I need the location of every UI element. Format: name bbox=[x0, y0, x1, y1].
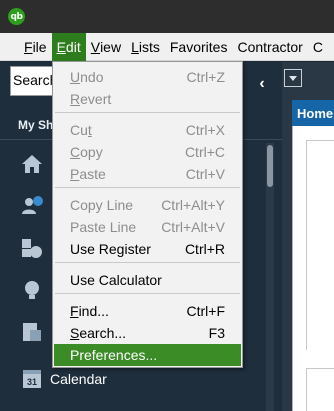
menu-bar: File Edit View Lists Favorites Contracto… bbox=[0, 32, 334, 61]
menu-item-shortcut: Ctrl+Z bbox=[186, 69, 226, 85]
employees-icon[interactable] bbox=[20, 278, 44, 302]
menu-item-use-register[interactable]: Use Register Ctrl+R bbox=[54, 238, 241, 260]
svg-text:31: 31 bbox=[27, 377, 37, 387]
home-section-border bbox=[306, 368, 307, 411]
menu-item-shortcut: F3 bbox=[208, 325, 225, 341]
panel-dropdown-icon[interactable] bbox=[284, 69, 302, 87]
menu-lists[interactable]: Lists bbox=[126, 33, 165, 61]
menu-item-label: Paste Line bbox=[70, 219, 137, 235]
menu-separator bbox=[55, 293, 240, 294]
home-icon[interactable] bbox=[20, 152, 44, 176]
menu-item-label: Paste bbox=[70, 166, 106, 182]
documents-icon[interactable] bbox=[20, 320, 44, 344]
home-section-border bbox=[306, 368, 334, 369]
menu-company-partial[interactable]: C bbox=[308, 33, 328, 61]
menu-item-search[interactable]: Search... F3 bbox=[54, 322, 241, 344]
tab-home[interactable]: Home bbox=[292, 100, 334, 126]
menu-item-shortcut: Ctrl+C bbox=[184, 144, 225, 160]
home-section-border bbox=[306, 140, 334, 141]
menu-item-shortcut: Ctrl+F bbox=[186, 303, 226, 319]
menu-item-shortcut: Ctrl+Alt+Y bbox=[161, 197, 225, 213]
menu-item-shortcut: Ctrl+Alt+V bbox=[161, 219, 225, 235]
menu-item-label: Use Calculator bbox=[70, 272, 162, 288]
title-bar: qb bbox=[0, 0, 334, 33]
menu-item-label: Copy bbox=[70, 144, 103, 160]
menu-item-revert[interactable]: Revert bbox=[54, 88, 241, 110]
menu-item-use-calculator[interactable]: Use Calculator bbox=[54, 269, 241, 291]
chevron-left-icon[interactable]: ‹ bbox=[255, 74, 269, 94]
menu-item-label: Copy Line bbox=[70, 197, 134, 213]
menu-item-label: Preferences... bbox=[70, 347, 158, 363]
menu-separator bbox=[55, 187, 240, 188]
menu-item-preferences[interactable]: Preferences... bbox=[54, 344, 241, 366]
customers-icon[interactable] bbox=[20, 194, 44, 218]
menu-item-shortcut: Ctrl+R bbox=[184, 241, 225, 257]
quickbooks-logo-icon: qb bbox=[8, 8, 25, 25]
menu-item-find[interactable]: Find... Ctrl+F bbox=[54, 300, 241, 322]
menu-favorites[interactable]: Favorites bbox=[165, 33, 233, 61]
menu-separator bbox=[55, 112, 240, 113]
menu-edit[interactable]: Edit bbox=[51, 32, 86, 61]
menu-separator bbox=[55, 262, 240, 263]
vendors-icon[interactable] bbox=[20, 236, 44, 260]
menu-item-undo[interactable]: Undo Ctrl+Z bbox=[54, 66, 241, 88]
menu-item-label: Search... bbox=[70, 325, 127, 341]
nav-scrollbar-thumb[interactable] bbox=[267, 145, 273, 187]
menu-item-paste-line[interactable]: Paste Line Ctrl+Alt+V bbox=[54, 216, 241, 238]
menu-item-label: Cut bbox=[70, 122, 92, 138]
menu-item-shortcut: Ctrl+X bbox=[185, 122, 225, 138]
menu-view[interactable]: View bbox=[86, 33, 126, 61]
menu-item-label: Use Register bbox=[70, 241, 151, 257]
menu-file[interactable]: File bbox=[19, 33, 52, 61]
calendar-icon[interactable]: 31 bbox=[20, 366, 44, 390]
edit-menu-dropdown: Undo Ctrl+Z Revert Cut Ctrl+X Copy Ctrl+C Paste… bbox=[52, 61, 243, 368]
menu-item-label: Undo bbox=[70, 69, 104, 85]
my-shortcuts-heading: My Sh bbox=[18, 118, 54, 132]
menu-item-copy-line[interactable]: Copy Line Ctrl+Alt+Y bbox=[54, 194, 241, 216]
menu-item-label: Revert bbox=[70, 91, 112, 107]
menu-item-cut[interactable]: Cut Ctrl+X bbox=[54, 119, 241, 141]
calendar-label[interactable]: Calendar bbox=[50, 371, 107, 387]
menu-item-label: Find... bbox=[70, 303, 109, 319]
menu-contractor[interactable]: Contractor bbox=[232, 33, 307, 61]
home-section-border bbox=[306, 140, 307, 350]
menu-item-copy[interactable]: Copy Ctrl+C bbox=[54, 141, 241, 163]
menu-item-shortcut: Ctrl+V bbox=[185, 166, 225, 182]
menu-item-paste[interactable]: Paste Ctrl+V bbox=[54, 163, 241, 185]
